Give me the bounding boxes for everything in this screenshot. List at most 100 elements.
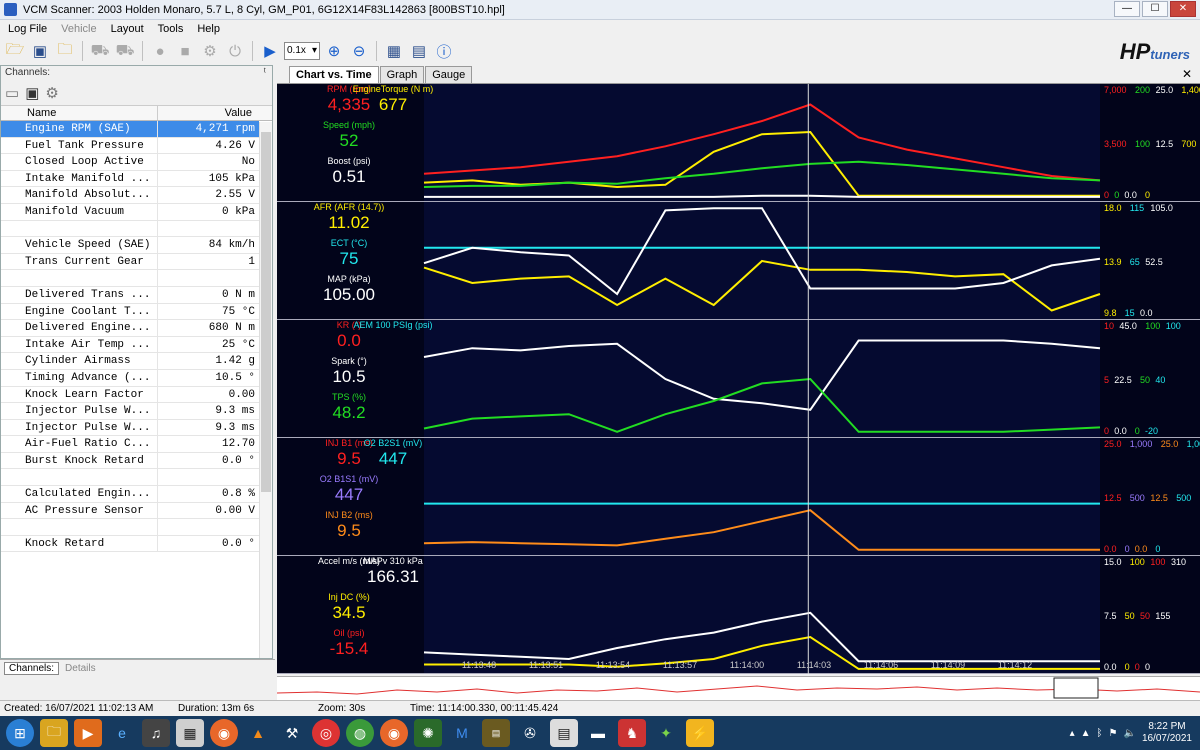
pin-icon[interactable]: ᵗ: [264, 66, 266, 80]
table-row[interactable]: Vehicle Speed (SAE) 84 km/h: [1, 237, 259, 254]
file-explorer-icon[interactable]: 🗀: [40, 719, 68, 747]
flag-icon[interactable]: ⚑: [1109, 728, 1118, 739]
menu-vehicle[interactable]: Vehicle: [61, 23, 96, 35]
overview-window-marker[interactable]: [1053, 677, 1099, 699]
menu-help[interactable]: Help: [197, 23, 220, 35]
stop-icon[interactable]: ■: [174, 40, 196, 62]
minimize-button[interactable]: —: [1114, 1, 1140, 17]
overview-svg[interactable]: [276, 677, 1200, 701]
close-button[interactable]: ✕: [1170, 1, 1196, 17]
column-name[interactable]: Name: [1, 106, 158, 120]
scale-tick: 9.8: [1104, 308, 1117, 318]
vlc-icon[interactable]: ▲: [244, 719, 272, 747]
table-row[interactable]: Engine RPM (SAE) 4,271 rpm: [1, 121, 259, 138]
engine-icon[interactable]: ⚙: [199, 40, 221, 62]
tab-chart-vs-time[interactable]: Chart vs. Time: [289, 66, 379, 83]
table-row[interactable]: Calculated Engin... 0.8 %: [1, 486, 259, 503]
table-row[interactable]: Knock Learn Factor 0.00: [1, 386, 259, 404]
layout-icon[interactable]: ▦: [383, 40, 405, 62]
save-icon[interactable]: ▣: [29, 40, 51, 62]
channels-scrollbar[interactable]: [259, 122, 272, 658]
hp-tuners-taskbar-icon[interactable]: ⚡: [686, 719, 714, 747]
table-row[interactable]: Manifold Absolut... 2.55 V: [1, 187, 259, 204]
tools-icon[interactable]: ⚒: [278, 719, 306, 747]
zoom-in-icon[interactable]: ⊕: [323, 40, 345, 62]
chart-area[interactable]: RPM (rpm) 4,335 EngineTorque (N m) 677 Speed…: [277, 84, 1200, 674]
record-icon[interactable]: ●: [149, 40, 171, 62]
media-player-icon[interactable]: ▶: [74, 719, 102, 747]
zoom-out-icon[interactable]: ⊖: [348, 40, 370, 62]
camera-icon[interactable]: ▭: [5, 84, 19, 102]
table-row[interactable]: Injector Pulse W... 9.3 ms: [1, 403, 259, 420]
tab-gauge[interactable]: Gauge: [425, 66, 473, 83]
start-icon[interactable]: ⊞: [6, 719, 34, 747]
vpn-icon[interactable]: ✦: [652, 719, 680, 747]
notepad-icon[interactable]: ▤: [550, 719, 578, 747]
malwarebytes-icon[interactable]: M: [448, 719, 476, 747]
calendar-icon[interactable]: ▦: [176, 719, 204, 747]
globe-icon[interactable]: ◍: [346, 719, 374, 747]
table-row[interactable]: Air-Fuel Ratio C... 12.70: [1, 436, 259, 453]
close-chart-icon[interactable]: ✕: [1182, 67, 1192, 81]
chip-icon[interactable]: ▬: [584, 719, 612, 747]
playback-speed-select[interactable]: 0.1x: [284, 42, 320, 60]
table-row[interactable]: Trans Current Gear 1: [1, 253, 259, 271]
table-row[interactable]: Injector Pulse W... 9.3 ms: [1, 419, 259, 437]
table-row[interactable]: Engine Coolant T... 75 °C: [1, 303, 259, 321]
table-save-icon[interactable]: ▤: [408, 40, 430, 62]
menu-layout[interactable]: Layout: [111, 23, 144, 35]
folder-save-icon[interactable]: 🗀: [54, 40, 76, 62]
table-row[interactable]: Delivered Engine... 680 N m: [1, 320, 259, 337]
table-row[interactable]: Cylinder Airmass 1.42 g: [1, 353, 259, 370]
firefox-icon[interactable]: ◉: [210, 719, 238, 747]
table-row[interactable]: Timing Advance (... 10.5 °: [1, 369, 259, 387]
game-icon[interactable]: ♞: [618, 719, 646, 747]
menu-tools[interactable]: Tools: [158, 23, 184, 35]
firefox-alt-icon[interactable]: ◉: [380, 719, 408, 747]
overview-strip[interactable]: [276, 676, 1200, 701]
tab-graph[interactable]: Graph: [379, 66, 425, 83]
scale-tick: 65: [1130, 257, 1140, 267]
maximize-button[interactable]: ☐: [1142, 1, 1168, 17]
table-row[interactable]: Manifold Vacuum 0 kPa: [1, 203, 259, 221]
play-icon[interactable]: ▶: [259, 40, 281, 62]
headphones-icon[interactable]: ♫: [142, 719, 170, 747]
chrome-icon[interactable]: ◎: [312, 719, 340, 747]
menu-log-file[interactable]: Log File: [8, 23, 47, 35]
table-row[interactable]: AC Pressure Sensor 0.00 V: [1, 502, 259, 520]
table-row[interactable]: Intake Manifold ... 105 kPa: [1, 170, 259, 188]
channel-value: 84 km/h: [208, 239, 255, 252]
gear-icon[interactable]: ⚙: [45, 84, 58, 102]
bluetooth-icon[interactable]: ᛒ: [1097, 728, 1103, 739]
info-icon[interactable]: ⓘ: [433, 40, 455, 62]
tab-channels[interactable]: Channels:: [4, 662, 60, 675]
channel-label: MAPv 310 kPa: [363, 556, 423, 566]
table-row[interactable]: Intake Air Temp ... 25 °C: [1, 336, 259, 354]
open-folder-icon[interactable]: 🗁: [4, 40, 26, 62]
tray-arrow-icon[interactable]: ▴: [1070, 728, 1075, 739]
table-row[interactable]: [1, 519, 259, 536]
tab-details[interactable]: Details: [65, 663, 96, 674]
save-channels-icon[interactable]: ▣: [25, 84, 39, 102]
table-row[interactable]: [1, 270, 259, 287]
table-row[interactable]: Knock Retard 0.0 °: [1, 535, 259, 553]
power-icon[interactable]: ⏻: [224, 40, 246, 62]
wireless-icon[interactable]: ✇: [516, 719, 544, 747]
table-row[interactable]: Closed Loop Active No: [1, 154, 259, 171]
chart-svg[interactable]: RPM (rpm)4,335EngineTorque (N m)677Speed…: [277, 84, 1200, 674]
table-row[interactable]: [1, 469, 259, 487]
signal-icon[interactable]: ▲: [1081, 728, 1091, 739]
car-connect-icon[interactable]: ⛟: [89, 40, 111, 62]
internet-explorer-icon[interactable]: e: [108, 719, 136, 747]
car-disconnect-icon[interactable]: ⛟: [114, 40, 136, 62]
app-tool-icon[interactable]: ▤: [482, 719, 510, 747]
table-row[interactable]: Fuel Tank Pressure 4.26 V: [1, 137, 259, 155]
table-row[interactable]: Delivered Trans ... 0 N m: [1, 286, 259, 304]
network-icon[interactable]: ✺: [414, 719, 442, 747]
volume-icon[interactable]: 🔈: [1123, 728, 1135, 739]
clock[interactable]: 8:22 PM 16/07/2021: [1142, 721, 1192, 745]
column-value[interactable]: Value: [158, 106, 258, 120]
table-row[interactable]: Burst Knock Retard 0.0 °: [1, 452, 259, 470]
table-row[interactable]: [1, 220, 259, 238]
scrollbar-thumb[interactable]: [261, 132, 271, 492]
